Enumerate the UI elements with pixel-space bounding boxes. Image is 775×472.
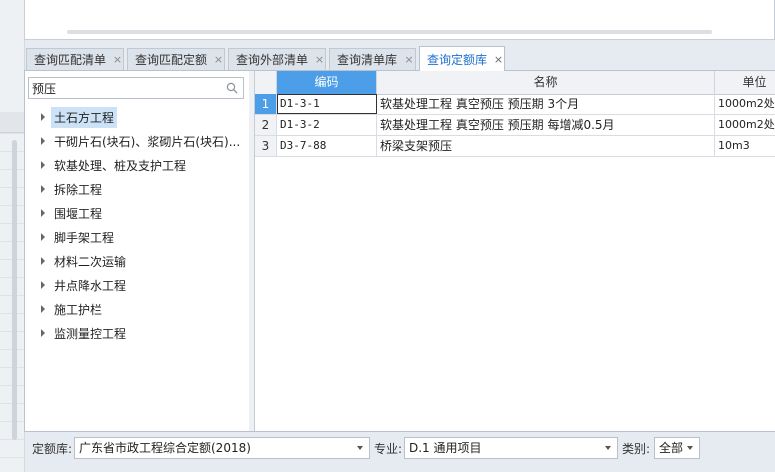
tree-item-label: 围堰工程 (54, 206, 103, 221)
tree-item[interactable]: 井点降水工程 (25, 273, 249, 297)
filter-bar: 定额库: 广东省市政工程综合定额(2018) 专业: D.1 通用项目 类别: … (24, 434, 775, 462)
expand-arrow-icon[interactable] (41, 137, 45, 145)
tree-item-label: 干砌片石(块石)、浆砌片石(块石)... (54, 134, 241, 149)
tree-item[interactable]: 围堰工程 (25, 201, 249, 225)
tree-item-label: 软基处理、桩及支护工程 (54, 158, 187, 173)
expand-arrow-icon[interactable] (41, 233, 45, 241)
search-box[interactable] (28, 77, 244, 99)
background-panel-strip (0, 0, 25, 472)
column-header-unit[interactable]: 单位 (715, 71, 775, 94)
tree-item-label: 土石方工程 (51, 106, 118, 128)
background-header-cell (0, 112, 24, 133)
category-tree-pane: 土石方工程 干砌片石(块石)、浆砌片石(块石)... 软基处理、桩及支护工程 拆… (25, 71, 250, 431)
row-number[interactable]: 3 (255, 136, 277, 156)
quota-table: 编码 名称 单位 1 D1-3-1 软基处理工程 真空预压 预压期 3个月 10… (254, 71, 775, 431)
column-header-name[interactable]: 名称 (377, 71, 715, 94)
tree-item-label: 监测量控工程 (54, 326, 127, 341)
close-icon[interactable]: × (213, 53, 224, 66)
upper-detail-panel (24, 0, 775, 40)
expand-arrow-icon[interactable] (41, 113, 45, 121)
tab-match-quota[interactable]: 查询匹配定额 × (127, 48, 225, 70)
table-row[interactable]: 3 D3-7-88 桥梁支架预压 10m3 (255, 136, 775, 157)
cell-code[interactable]: D3-7-88 (277, 136, 377, 156)
expand-arrow-icon[interactable] (41, 209, 45, 217)
table-row[interactable]: 2 D1-3-2 软基处理工程 真空预压 预压期 每增减0.5月 1000m2处… (255, 115, 775, 136)
column-header-code[interactable]: 编码 (277, 71, 377, 94)
tree-item-label: 施工护栏 (54, 302, 103, 317)
row-number[interactable]: 1 (255, 94, 277, 114)
cell-unit[interactable]: 1000m2处理 (715, 115, 775, 135)
tab-external-list[interactable]: 查询外部清单 × (228, 48, 326, 70)
cell-name[interactable]: 软基处理工程 真空预压 预压期 每增减0.5月 (377, 115, 715, 135)
search-icon[interactable] (226, 82, 238, 94)
tree-item[interactable]: 施工护栏 (25, 297, 249, 321)
tree-item-label: 材料二次运输 (54, 254, 127, 269)
row-number[interactable]: 2 (255, 115, 277, 135)
tab-match-list[interactable]: 查询匹配清单 × (26, 48, 124, 70)
horizontal-scrollbar[interactable] (67, 30, 712, 34)
major-select[interactable]: D.1 通用项目 (404, 437, 618, 459)
tab-list-library[interactable]: 查询清单库 × (329, 48, 416, 70)
close-icon[interactable]: × (493, 53, 504, 66)
cell-name[interactable]: 桥梁支架预压 (377, 136, 715, 156)
tree-item[interactable]: 材料二次运输 (25, 249, 249, 273)
category-select[interactable]: 全部 (654, 437, 700, 459)
tree-item[interactable]: 监测量控工程 (25, 321, 249, 345)
table-row[interactable]: 1 D1-3-1 软基处理工程 真空预压 预压期 3个月 1000m2处理 (255, 94, 775, 115)
chevron-down-icon (357, 446, 363, 450)
chevron-down-icon (605, 446, 611, 450)
category-label: 类别: (622, 442, 651, 456)
cell-code[interactable]: D1-3-1 (277, 94, 377, 114)
major-value: D.1 通用项目 (409, 441, 482, 455)
table-header: 编码 名称 单位 (255, 71, 775, 95)
search-input[interactable] (29, 78, 222, 98)
expand-arrow-icon[interactable] (41, 329, 45, 337)
background-scrollbar[interactable] (12, 140, 17, 440)
close-icon[interactable]: × (403, 53, 415, 66)
query-tab-bar: 查询匹配清单 × 查询匹配定额 × 查询外部清单 × 查询清单库 × 查询定额库… (24, 46, 775, 71)
cell-name[interactable]: 软基处理工程 真空预压 预压期 3个月 (377, 94, 715, 114)
cell-code[interactable]: D1-3-2 (277, 115, 377, 135)
chevron-down-icon (687, 446, 693, 450)
expand-arrow-icon[interactable] (41, 161, 45, 169)
category-tree: 土石方工程 干砌片石(块石)、浆砌片石(块石)... 软基处理、桩及支护工程 拆… (25, 105, 249, 345)
close-icon[interactable]: × (112, 53, 123, 66)
tree-item[interactable]: 拆除工程 (25, 177, 249, 201)
quota-library-label: 定额库: (32, 442, 73, 456)
tab-label: 查询匹配定额 (135, 53, 208, 67)
tab-quota-library[interactable]: 查询定额库 × (419, 46, 505, 71)
tree-item[interactable]: 土石方工程 (25, 105, 249, 129)
expand-arrow-icon[interactable] (41, 257, 45, 265)
quota-library-value: 广东省市政工程综合定额(2018) (79, 441, 251, 455)
tree-item-label: 脚手架工程 (54, 230, 115, 245)
tab-label: 查询定额库 (427, 52, 488, 67)
cell-unit[interactable]: 1000m2处理 (715, 94, 775, 114)
tree-item[interactable]: 软基处理、桩及支护工程 (25, 153, 249, 177)
expand-arrow-icon[interactable] (41, 185, 45, 193)
row-number-header[interactable] (255, 71, 277, 94)
major-label: 专业: (374, 442, 403, 456)
quota-library-panel: 土石方工程 干砌片石(块石)、浆砌片石(块石)... 软基处理、桩及支护工程 拆… (24, 70, 775, 432)
tab-label: 查询清单库 (337, 53, 398, 67)
tab-label: 查询匹配清单 (34, 53, 107, 67)
cell-unit[interactable]: 10m3 (715, 136, 775, 156)
tree-item[interactable]: 脚手架工程 (25, 225, 249, 249)
quota-library-select[interactable]: 广东省市政工程综合定额(2018) (74, 437, 370, 459)
category-value: 全部 (659, 441, 684, 455)
expand-arrow-icon[interactable] (41, 305, 45, 313)
tab-label: 查询外部清单 (236, 53, 309, 67)
tree-item-label: 井点降水工程 (54, 278, 127, 293)
tree-item[interactable]: 干砌片石(块石)、浆砌片石(块石)... (25, 129, 249, 153)
tree-item-label: 拆除工程 (54, 182, 103, 197)
close-icon[interactable]: × (314, 53, 325, 66)
expand-arrow-icon[interactable] (41, 281, 45, 289)
